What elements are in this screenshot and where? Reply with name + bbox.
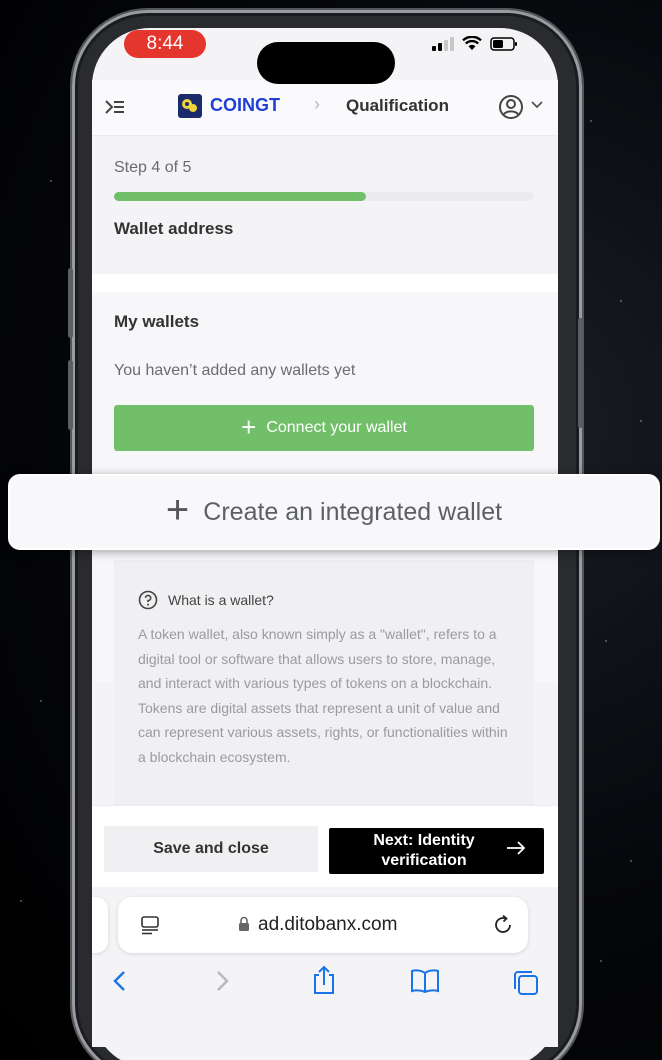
logo-icon [178, 94, 202, 118]
volume-up-button [68, 268, 73, 338]
previous-tab-card[interactable] [92, 897, 108, 953]
create-integrated-wallet-button[interactable]: + Create an integrated wallet [8, 474, 660, 550]
wifi-icon [462, 36, 482, 50]
url-text: ad.ditobanx.com [258, 914, 398, 935]
brand-name[interactable]: COINGT [210, 95, 280, 116]
chevron-down-icon[interactable] [530, 100, 544, 110]
browser-chrome: ad.ditobanx.com [92, 887, 558, 1047]
battery-icon [490, 36, 517, 51]
create-integrated-wallet-label: Create an integrated wallet [203, 497, 503, 526]
wallets-empty-text: You haven’t added any wallets yet [114, 362, 356, 379]
reload-icon[interactable] [492, 914, 514, 936]
forward-icon[interactable] [214, 969, 232, 993]
question-circle-icon [138, 590, 158, 610]
section-title: Wallet address [114, 219, 234, 238]
menu-icon[interactable] [104, 98, 126, 116]
dynamic-island [257, 42, 395, 84]
share-icon[interactable] [311, 965, 337, 995]
volume-down-button [68, 360, 73, 430]
progress-bar [114, 192, 534, 201]
address-bar[interactable]: ad.ditobanx.com [118, 897, 528, 953]
browser-toolbar [92, 965, 558, 1005]
plus-icon: + [241, 411, 257, 442]
next-step-label: Next: Identity verification [373, 832, 475, 869]
next-step-button[interactable]: Next: Identity verification [329, 828, 544, 874]
signal-icon [432, 36, 454, 51]
status-time: 8:44 [124, 30, 206, 58]
breadcrumb-separator: › [314, 94, 320, 114]
reader-icon[interactable] [140, 915, 160, 935]
divider [92, 274, 558, 292]
tabs-icon[interactable] [512, 969, 540, 997]
info-header: What is a wallet? [138, 590, 274, 610]
arrow-right-icon [507, 841, 526, 855]
user-circle-icon[interactable] [498, 94, 524, 120]
plus-icon: + [165, 488, 190, 532]
info-body: A token wallet, also known simply as a "… [138, 626, 508, 765]
back-icon[interactable] [110, 969, 128, 993]
connect-wallet-label: Connect your wallet [266, 419, 407, 436]
footer-actions: Save and close Next: Identity verificati… [92, 805, 558, 887]
status-icons [432, 36, 518, 51]
wallets-title: My wallets [114, 312, 200, 331]
info-box: What is a wallet? A token wallet, also k… [114, 560, 534, 810]
lock-icon [239, 916, 249, 931]
power-button [578, 318, 583, 428]
page-title: Qualification [346, 96, 449, 115]
save-and-close-button[interactable]: Save and close [104, 826, 318, 872]
step-indicator: Step 4 of 5 [114, 159, 192, 176]
bookmarks-icon[interactable] [410, 969, 440, 993]
progress-fill [114, 192, 366, 201]
app-header: COINGT › Qualification [92, 80, 558, 136]
connect-wallet-button[interactable]: + Connect your wallet [114, 405, 534, 451]
info-title: What is a wallet? [168, 592, 274, 608]
